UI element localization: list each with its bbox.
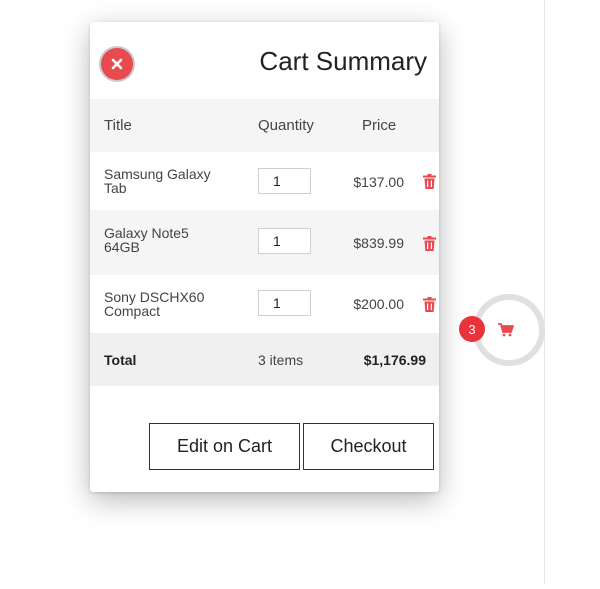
cart-summary-popup: Cart Summary Title Quantity Price Samsun… — [90, 22, 439, 492]
trash-icon[interactable] — [423, 297, 436, 312]
close-button[interactable] — [101, 48, 133, 80]
table-row: Galaxy Note5 64GB $839.99 — [90, 210, 439, 275]
total-items: 3 items — [258, 352, 304, 368]
table-row: Samsung Galaxy Tab $137.00 — [90, 152, 439, 210]
table-total-row: Total 3 items $1,176.99 — [90, 333, 439, 386]
column-quantity: Quantity — [258, 117, 314, 134]
item-title: Sony DSCHX60 Compact — [104, 289, 205, 319]
total-label: Total — [104, 352, 137, 368]
column-title: Title — [104, 117, 132, 134]
cart-count-badge: 3 — [459, 316, 485, 342]
trash-icon[interactable] — [423, 236, 436, 251]
cart-title: Cart Summary — [259, 46, 427, 76]
quantity-input[interactable] — [258, 228, 311, 254]
table-header: Title Quantity Price — [90, 99, 439, 152]
total-amount: $1,176.99 — [363, 352, 426, 368]
item-price: $137.00 — [353, 174, 404, 190]
item-title: Galaxy Note5 64GB — [104, 225, 189, 255]
item-price: $200.00 — [353, 296, 404, 312]
page-divider — [544, 0, 545, 584]
close-icon — [111, 58, 123, 70]
edit-cart-button[interactable]: Edit on Cart — [149, 423, 300, 470]
table-row: Sony DSCHX60 Compact $200.00 — [90, 275, 439, 333]
item-price: $839.99 — [353, 235, 404, 251]
column-price: Price — [362, 117, 397, 134]
checkout-button[interactable]: Checkout — [303, 423, 434, 470]
trash-icon[interactable] — [423, 174, 436, 189]
quantity-input[interactable] — [258, 290, 311, 316]
item-title: Samsung Galaxy Tab — [104, 166, 211, 196]
shopping-cart-icon — [498, 323, 514, 337]
cart-table: Title Quantity Price Samsung Galaxy Tab … — [90, 99, 439, 386]
quantity-input[interactable] — [258, 168, 311, 194]
